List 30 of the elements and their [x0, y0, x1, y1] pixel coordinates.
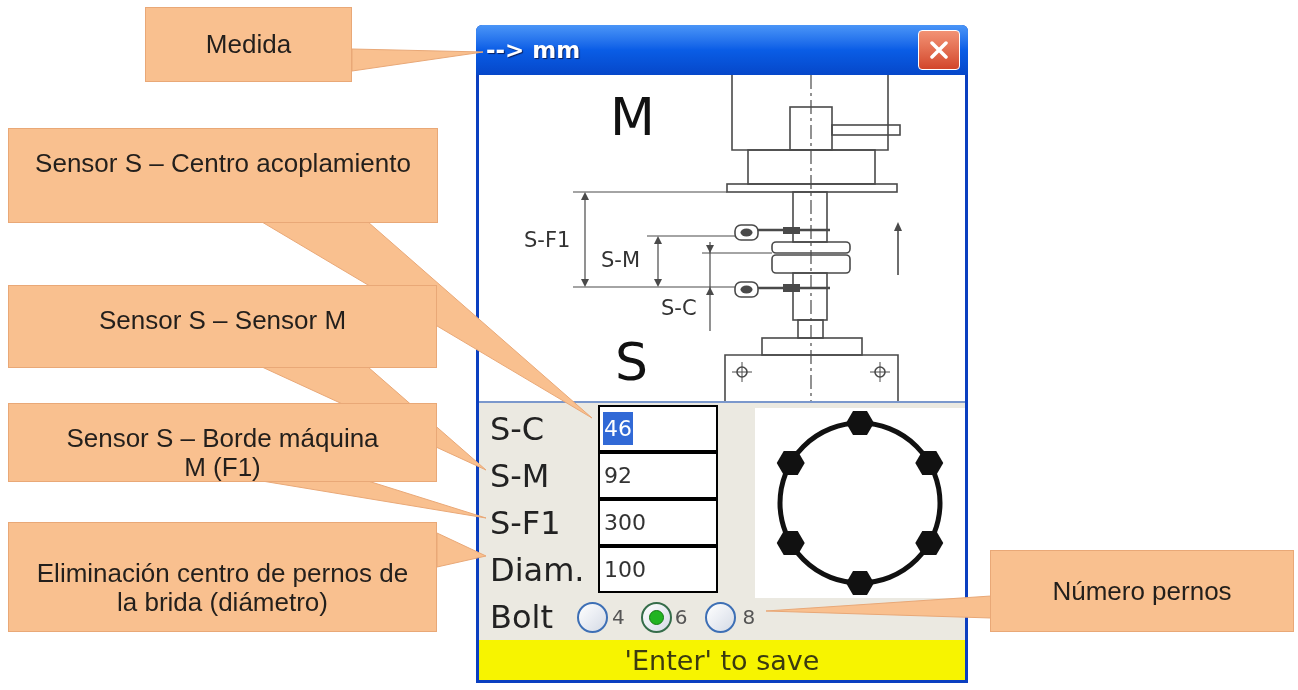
radio-label: 8 [742, 607, 756, 627]
annotation-callout: Sensor S – Centro acoplamiento [8, 128, 438, 223]
radio-label: 4 [611, 607, 625, 627]
close-button[interactable] [918, 30, 960, 70]
radio-label: 6 [674, 607, 688, 627]
machine-label: M [610, 91, 655, 143]
window-title: --> mm [486, 38, 581, 62]
dimension-label: S-C [661, 298, 697, 319]
status-bar: 'Enter' to save [479, 640, 965, 680]
input-field[interactable]: 100 [598, 546, 718, 593]
annotation-callout: Medida [145, 7, 352, 82]
close-icon [930, 41, 948, 59]
input-field[interactable]: 300 [598, 499, 718, 546]
field-label: S-C [490, 412, 545, 445]
callout-pointer [436, 532, 487, 568]
dimension-label: S-M [601, 250, 641, 271]
field-label: S-F1 [490, 506, 561, 539]
radio-button[interactable] [576, 601, 608, 633]
radio-button[interactable] [705, 601, 737, 633]
input-field[interactable]: 92 [598, 452, 718, 499]
input-field[interactable]: 46 [598, 405, 718, 452]
machine-label: S [615, 336, 648, 388]
annotation-callout: Eliminación centro de pernos de la brida (diámetro) [8, 522, 437, 632]
field-label: Bolt [490, 601, 553, 633]
field-label: Diam. [490, 553, 585, 586]
field-label: S-M [490, 459, 550, 492]
annotation-callout: Número pernos [990, 550, 1294, 632]
dimension-label: S-F1 [524, 230, 571, 251]
radio-button[interactable] [640, 601, 672, 633]
annotation-callout: Sensor S – Sensor M [8, 285, 437, 368]
